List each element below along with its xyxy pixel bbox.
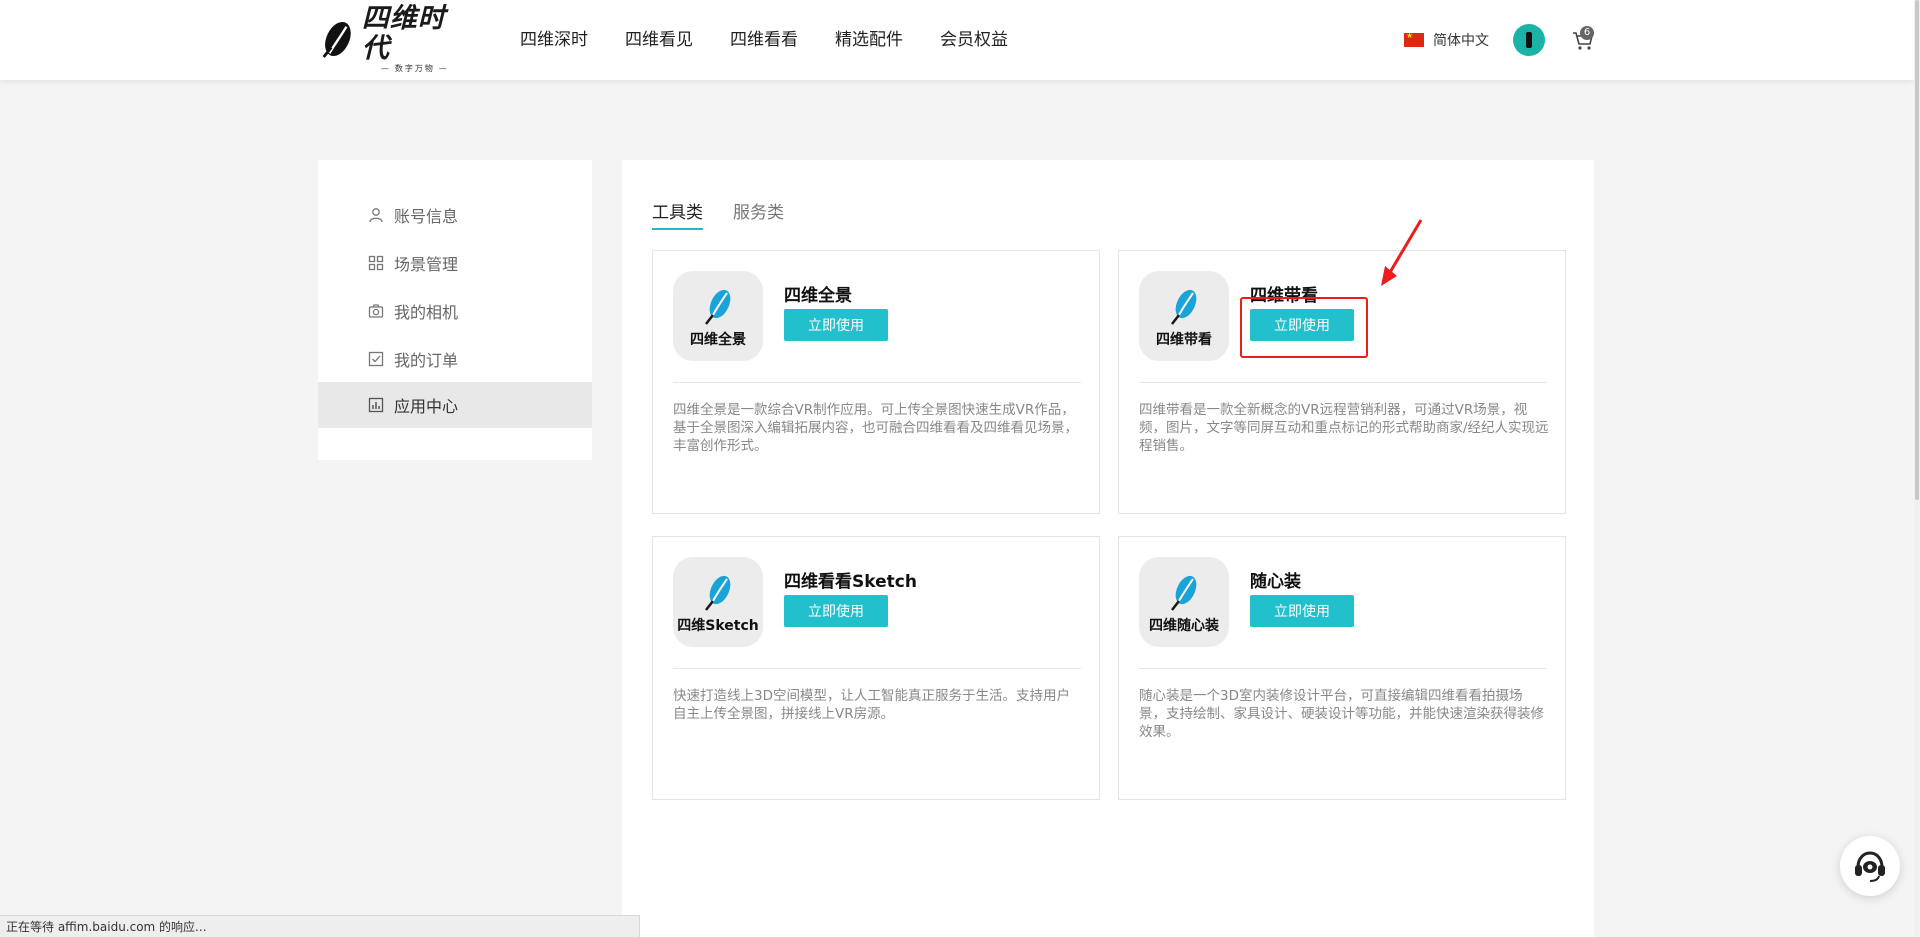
top-header: 四维时代 数字万物 四维深时 四维看见 四维看看 精选配件 会员权益 简体中文 … [0,0,1914,80]
use-now-button[interactable]: 立即使用 [784,309,888,341]
sidebar-item-my-camera[interactable]: 我的相机 [318,288,592,334]
app-card-guided-tour: 四维带看 四维带看 立即使用 四维带看是一款全新概念的VR远程营销利器，可通过V… [1118,250,1566,514]
use-now-button[interactable]: 立即使用 [784,595,888,627]
red-highlight-box [1240,297,1368,358]
app-title: 随心装 [1250,572,1301,592]
account-sidebar: 账号信息 场景管理 我的相机 我的订单 应用中心 [318,160,592,460]
app-icon-label: 四维带看 [1156,332,1212,348]
feather-app-icon [705,289,731,325]
brand-text: 四维时代 数字万物 [362,4,468,74]
app-icon-label: 四维随心装 [1149,618,1219,634]
nav-item-membership[interactable]: 会员权益 [940,28,1008,52]
feather-app-icon [705,575,731,611]
feather-logo-icon [322,21,351,58]
customer-support-button[interactable] [1840,836,1900,896]
brand-tagline: 数字万物 [377,64,453,74]
scrollbar-thumb[interactable] [1915,0,1919,500]
feather-app-icon [1171,289,1197,325]
app-description: 随心装是一个3D室内装修设计平台，可直接编辑四维看看拍摄场景，支持绘制、家具设计… [1139,688,1544,740]
app-title: 四维看看Sketch [784,572,917,592]
tab-services[interactable]: 服务类 [733,198,784,230]
card-divider [1139,382,1547,383]
app-description: 四维全景是一款综合VR制作应用。可上传全景图快速生成VR作品，基于全景图深入编辑… [673,402,1078,454]
red-arrow-icon [1381,219,1423,286]
card-divider [673,382,1081,383]
nav-item-siweikanjian[interactable]: 四维看见 [625,28,693,52]
language-label: 简体中文 [1433,33,1489,49]
camera-icon [368,304,384,318]
user-icon [369,208,383,223]
brand-name: 四维时代 [361,3,446,64]
app-description: 快速打造线上3D空间模型，让人工智能真正服务于生活。支持用户自主上传全景图，拼接… [673,688,1070,722]
sidebar-item-scene-management[interactable]: 场景管理 [318,240,592,286]
nav-item-accessories[interactable]: 精选配件 [835,28,903,52]
sidebar-item-label: 我的相机 [394,303,459,322]
sidebar-item-label: 账号信息 [394,207,459,226]
app-icon: 四维全景 [673,271,763,361]
tab-tools[interactable]: 工具类 [652,198,703,230]
nav-item-siweishenshi[interactable]: 四维深时 [520,28,588,52]
app-card-sketch: 四维Sketch 四维看看Sketch 立即使用 快速打造线上3D空间模型，让人… [652,536,1100,800]
card-divider [673,668,1081,669]
sidebar-item-label: 场景管理 [394,255,459,274]
chart-icon [368,397,384,413]
app-icon: 四维Sketch [673,557,763,647]
app-card-decor: 四维随心装 随心装 立即使用 随心装是一个3D室内装修设计平台，可直接编辑四维看… [1118,536,1566,800]
app-icon: 四维带看 [1139,271,1229,361]
sidebar-item-my-orders[interactable]: 我的订单 [318,336,592,382]
grid-icon [368,255,384,271]
nav-item-siweikankan[interactable]: 四维看看 [730,28,798,52]
app-title: 四维全景 [784,286,852,306]
app-icon-label: 四维Sketch [677,618,759,634]
cart-count-badge: 6 [1580,26,1594,40]
sidebar-item-label: 应用中心 [394,397,459,416]
language-selector[interactable]: 简体中文 [1404,30,1489,50]
user-avatar[interactable] [1513,24,1545,56]
main-nav: 四维深时 四维看见 四维看看 精选配件 会员权益 [520,28,1045,52]
sidebar-item-app-center[interactable]: 应用中心 [318,382,592,428]
china-flag-icon [1404,31,1424,47]
feather-app-icon [1171,575,1197,611]
category-tabs: 工具类 服务类 [652,198,814,230]
sidebar-item-label: 我的订单 [394,351,459,370]
headset-icon [1855,851,1885,882]
app-card-panorama: 四维全景 四维全景 立即使用 四维全景是一款综合VR制作应用。可上传全景图快速生… [652,250,1100,514]
app-icon-label: 四维全景 [690,332,746,348]
browser-status-bar: 正在等待 affim.baidu.com 的响应... [0,915,640,937]
app-icon: 四维随心装 [1139,557,1229,647]
app-description: 四维带看是一款全新概念的VR远程营销利器，可通过VR场景，视频，图片，文字等同屏… [1139,402,1549,454]
app-center-panel: 工具类 服务类 四维全景 四维全景 立即使用 四维全景是一款综合VR制作应用。可… [622,160,1594,937]
use-now-button[interactable]: 立即使用 [1250,595,1354,627]
sidebar-item-account-info[interactable]: 账号信息 [318,192,592,238]
order-icon [368,351,384,367]
card-divider [1139,668,1547,669]
brand-logo[interactable]: 四维时代 数字万物 [318,4,468,73]
